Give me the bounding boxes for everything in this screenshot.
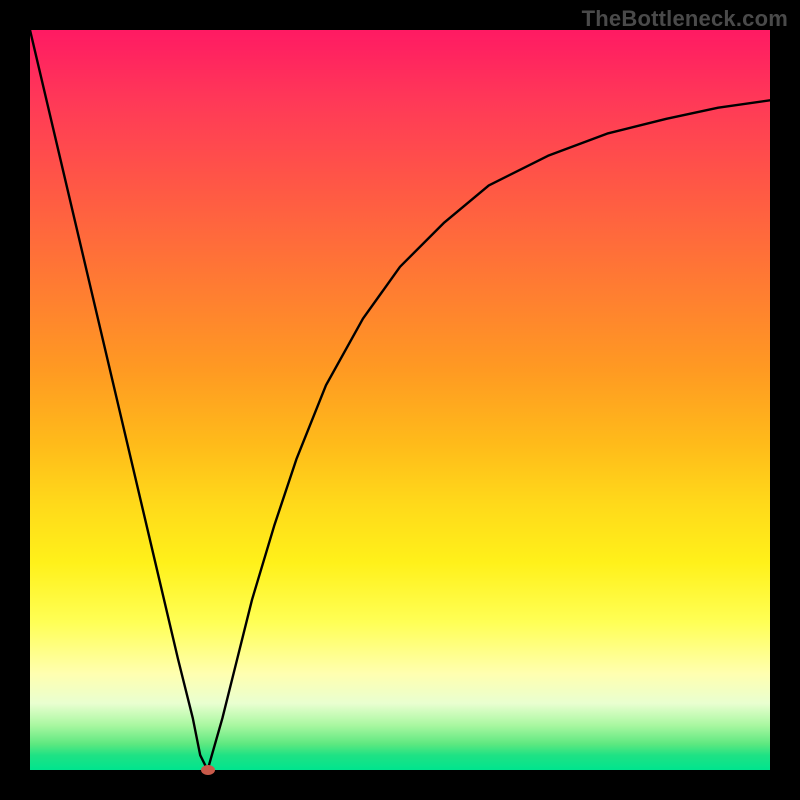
curve-right-branch [208, 100, 770, 770]
bottleneck-curve [30, 30, 770, 770]
curve-left-branch [30, 30, 208, 770]
chart-frame [30, 30, 770, 770]
watermark-text: TheBottleneck.com [582, 6, 788, 32]
minimum-marker [201, 765, 215, 775]
